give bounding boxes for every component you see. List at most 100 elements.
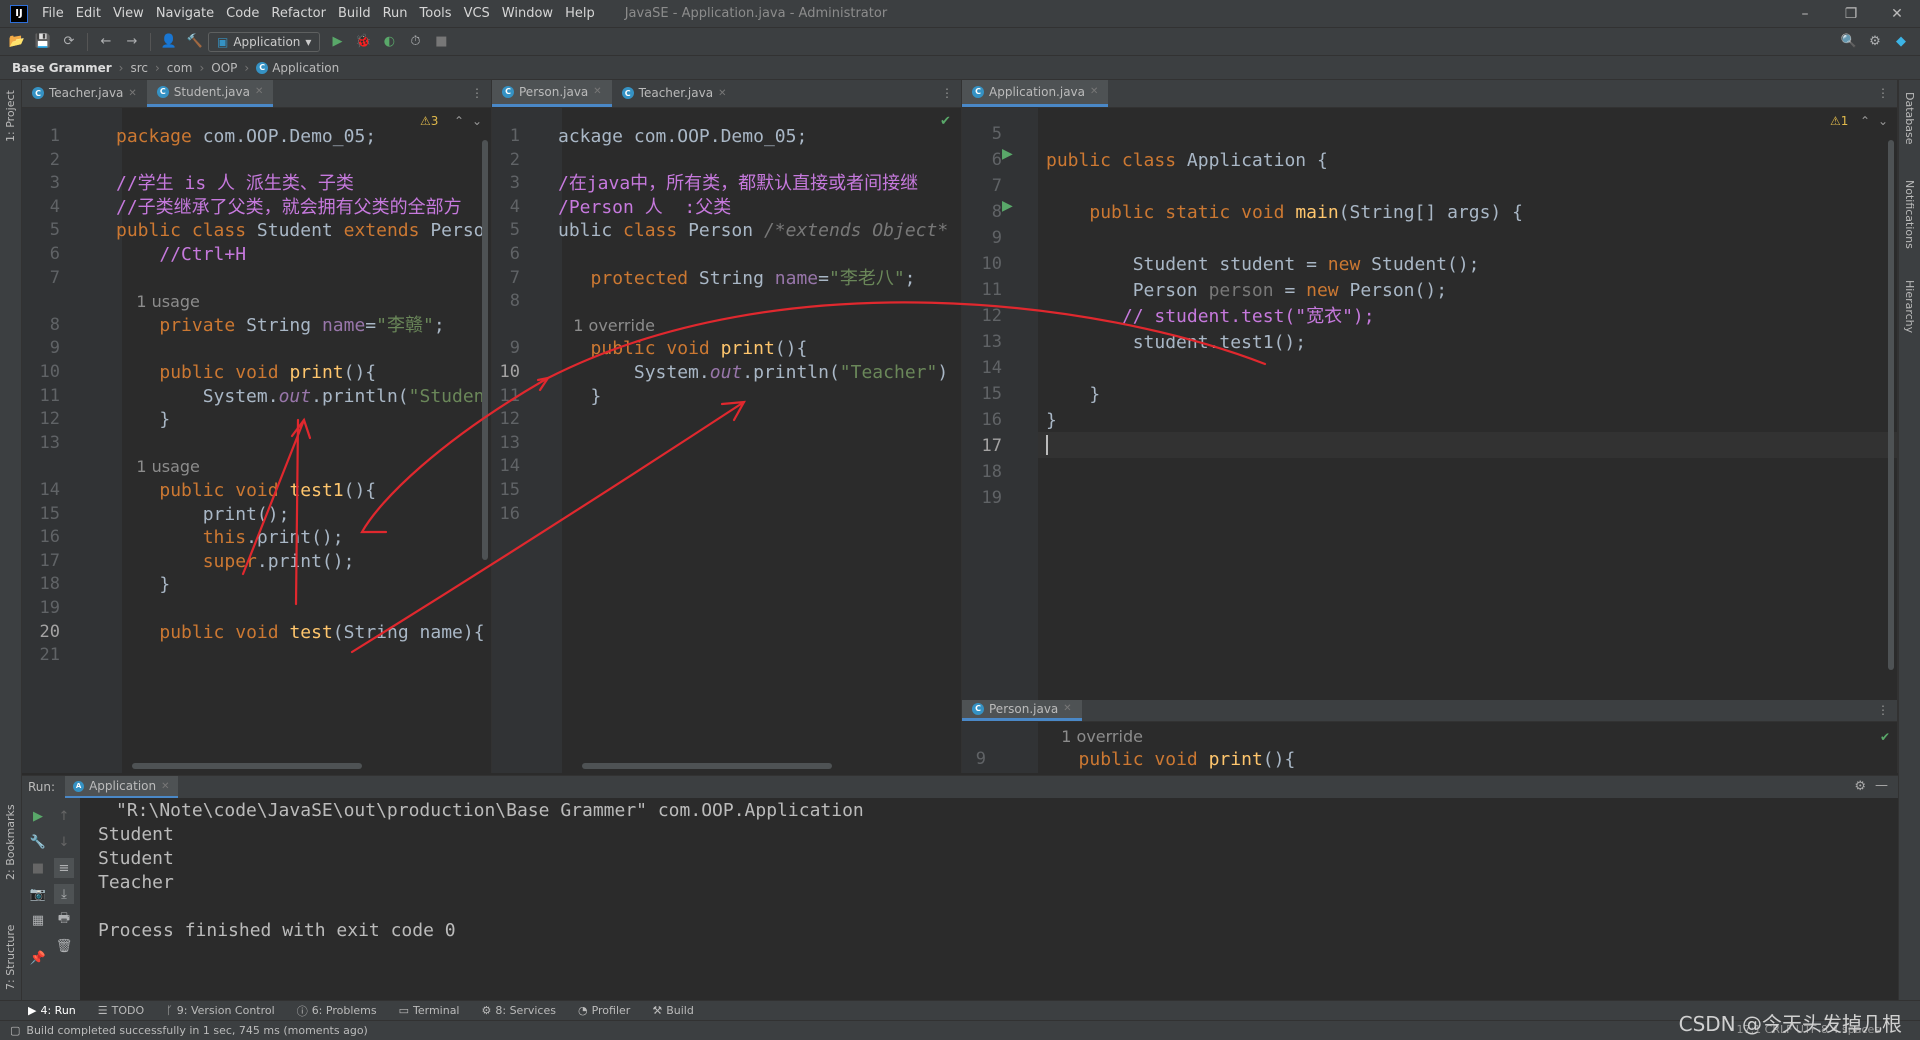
- horizontal-scrollbar[interactable]: [582, 763, 832, 769]
- rerun-icon[interactable]: ▶: [28, 806, 48, 826]
- sync-icon[interactable]: ⟳: [58, 31, 80, 53]
- notifications-tool-tab[interactable]: Notifications: [1903, 180, 1916, 249]
- code-line[interactable]: public void test(String name){: [116, 618, 484, 647]
- menu-navigate[interactable]: Navigate: [150, 0, 220, 28]
- menu-tools[interactable]: Tools: [414, 0, 458, 28]
- breadcrumb-application[interactable]: Application: [272, 61, 339, 75]
- breadcrumb-project[interactable]: Base Grammer: [12, 61, 112, 75]
- warning-badge[interactable]: ⚠3: [420, 114, 438, 128]
- pin-icon[interactable]: 📌: [28, 948, 48, 968]
- code-line[interactable]: }: [1046, 406, 1057, 435]
- tab-teacher-java[interactable]: C Teacher.java ✕: [612, 80, 737, 107]
- plugin-icon[interactable]: ◆: [1890, 31, 1912, 53]
- menu-file[interactable]: File: [36, 0, 70, 28]
- stop-icon[interactable]: ■: [28, 858, 48, 878]
- menu-edit[interactable]: Edit: [70, 0, 107, 28]
- build-icon[interactable]: 🔨: [184, 31, 206, 53]
- menu-view[interactable]: View: [107, 0, 150, 28]
- close-icon[interactable]: ✕: [255, 86, 263, 97]
- run-tab-application[interactable]: A Application ✕: [65, 776, 178, 798]
- code-line[interactable]: System.out.println("Teacher"): [558, 358, 948, 387]
- chevron-up-icon[interactable]: ⌃: [454, 114, 464, 128]
- settings-icon[interactable]: ⚙: [1864, 31, 1886, 53]
- tab-person-java[interactable]: C Person.java ✕: [492, 80, 612, 107]
- chevron-down-icon[interactable]: ⌄: [472, 114, 482, 128]
- horizontal-scrollbar[interactable]: [132, 763, 362, 769]
- close-icon[interactable]: ✕: [128, 88, 136, 99]
- camera-icon[interactable]: 📷: [28, 884, 48, 904]
- code-line[interactable]: // student.test("宽衣");: [1046, 302, 1375, 331]
- tool-tab-profiler[interactable]: ◔ Profiler: [578, 1004, 630, 1017]
- maximize-button[interactable]: ❐: [1828, 0, 1874, 28]
- tool-tab-problems[interactable]: ⓘ 6: Problems: [297, 1003, 377, 1019]
- tool-tab-todo[interactable]: ☰ TODO: [98, 1004, 144, 1017]
- menu-help[interactable]: Help: [559, 0, 601, 28]
- breadcrumb-src[interactable]: src: [130, 61, 148, 75]
- vertical-scrollbar[interactable]: [482, 140, 488, 560]
- breadcrumb-oop[interactable]: OOP: [211, 61, 237, 75]
- trash-icon[interactable]: 🗑: [54, 936, 74, 956]
- code-line[interactable]: private String name="李赣";: [116, 311, 444, 340]
- wrench-icon[interactable]: 🔧: [28, 832, 48, 852]
- settings-icon[interactable]: ⚙: [1854, 779, 1866, 794]
- run-icon[interactable]: ▶: [326, 31, 348, 53]
- tab-person-java[interactable]: C Person.java ✕: [962, 700, 1082, 721]
- more-vertical-icon[interactable]: ⋮: [1877, 703, 1889, 717]
- code-line[interactable]: public static void main(String[] args) {: [1046, 198, 1523, 227]
- project-tool-tab[interactable]: 1: Project: [4, 90, 17, 142]
- database-tool-tab[interactable]: Database: [1903, 92, 1916, 145]
- code-line[interactable]: }: [558, 382, 602, 411]
- more-vertical-icon[interactable]: ⋮: [941, 86, 953, 100]
- tool-tab-terminal[interactable]: ▭ Terminal: [399, 1004, 460, 1017]
- run-class-icon[interactable]: ▶: [1002, 146, 1013, 162]
- breadcrumb-com[interactable]: com: [167, 61, 193, 75]
- more-vertical-icon[interactable]: ⋮: [471, 86, 483, 100]
- tool-tab-version-control[interactable]: ᚴ 9: Version Control: [166, 1004, 275, 1017]
- more-vertical-icon[interactable]: ⋮: [1877, 86, 1889, 100]
- code-line[interactable]: }: [1046, 380, 1100, 409]
- tool-tab-services[interactable]: ⚙ 8: Services: [482, 1004, 556, 1017]
- code-line[interactable]: }: [116, 405, 170, 434]
- arrow-down-icon[interactable]: ↓: [54, 832, 74, 852]
- code-line[interactable]: Student student = new Student();: [1046, 250, 1480, 279]
- bookmarks-tool-tab[interactable]: 2: Bookmarks: [4, 804, 17, 880]
- menu-code[interactable]: Code: [220, 0, 265, 28]
- hierarchy-tool-tab[interactable]: Hierarchy: [1903, 280, 1916, 333]
- menu-window[interactable]: Window: [496, 0, 559, 28]
- console-output[interactable]: "R:\Note\code\JavaSE\out\production\Base…: [92, 798, 1898, 1000]
- run-configuration-select[interactable]: ▣ Application ▾: [208, 31, 321, 52]
- tab-teacher-java[interactable]: C Teacher.java ✕: [22, 80, 147, 107]
- code-line[interactable]: public class Application {: [1046, 146, 1328, 175]
- back-icon[interactable]: ←: [95, 31, 117, 53]
- stop-icon[interactable]: ■: [430, 31, 452, 53]
- code-line[interactable]: ackage com.OOP.Demo_05;: [558, 122, 807, 151]
- close-button[interactable]: ✕: [1874, 0, 1920, 28]
- forward-icon[interactable]: →: [121, 31, 143, 53]
- run-main-icon[interactable]: ▶: [1002, 198, 1013, 214]
- close-icon[interactable]: ✕: [593, 86, 601, 97]
- close-icon[interactable]: ✕: [1090, 86, 1098, 97]
- print-icon[interactable]: 🖶: [54, 910, 74, 930]
- chevron-down-icon[interactable]: ⌄: [1878, 114, 1888, 128]
- soft-wrap-icon[interactable]: ≡: [54, 858, 74, 878]
- minimize-button[interactable]: –: [1782, 0, 1828, 28]
- open-icon[interactable]: 📂: [6, 31, 28, 53]
- menu-build[interactable]: Build: [332, 0, 377, 28]
- code-line[interactable]: package com.OOP.Demo_05;: [116, 122, 376, 151]
- code-line[interactable]: //Ctrl+H: [116, 240, 246, 269]
- search-icon[interactable]: 🔍: [1838, 31, 1860, 53]
- close-icon[interactable]: ✕: [718, 88, 726, 99]
- status-message[interactable]: Build completed successfully in 1 sec, 7…: [26, 1024, 367, 1037]
- save-icon[interactable]: 💾: [32, 31, 54, 53]
- tab-student-java[interactable]: C Student.java ✕: [146, 80, 274, 107]
- scroll-to-end-icon[interactable]: ⤓: [54, 884, 74, 904]
- code-line[interactable]: System.out.println("Studen: [116, 382, 485, 411]
- code-line[interactable]: public void print(){: [1046, 745, 1296, 773]
- debug-icon[interactable]: 🐞: [352, 31, 374, 53]
- close-icon[interactable]: ✕: [161, 781, 169, 792]
- chevron-up-icon[interactable]: ⌃: [1860, 114, 1870, 128]
- coverage-icon[interactable]: ◐: [378, 31, 400, 53]
- code-line[interactable]: }: [116, 570, 170, 599]
- menu-run[interactable]: Run: [377, 0, 414, 28]
- structure-tool-tab[interactable]: 7: Structure: [4, 925, 17, 990]
